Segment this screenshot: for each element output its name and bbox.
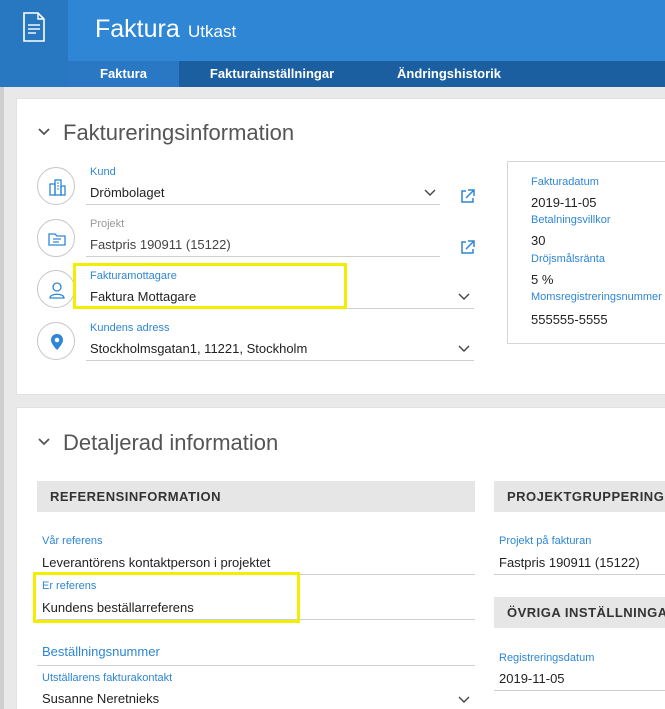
- order-number-field[interactable]: Beställningsnummer: [42, 644, 160, 659]
- registration-date-value[interactable]: 2019-11-05: [499, 671, 565, 686]
- tab-bar: Faktura Fakturainställningar Ändringshis…: [68, 61, 665, 87]
- customer-underline: [86, 204, 440, 205]
- open-customer-external-link-icon[interactable]: [460, 189, 475, 204]
- left-edge: [0, 87, 4, 709]
- address-label: Kundens adress: [90, 322, 170, 334]
- order-number-underline: [37, 665, 475, 666]
- page-title: Faktura: [95, 15, 180, 43]
- project-value: Fastpris 190911 (15122): [90, 237, 231, 252]
- folder-list-icon: [48, 233, 66, 246]
- collapse-chevron-icon[interactable]: [37, 437, 51, 447]
- project-icon-circle: [37, 219, 75, 257]
- our-reference-input[interactable]: Leverantörens kontaktperson i projektet: [42, 555, 270, 570]
- vat-number-value: 555555-5555: [531, 312, 608, 327]
- registration-date-underline: [494, 690, 665, 691]
- tab-faktura[interactable]: Faktura: [68, 61, 179, 87]
- invoice-date-label: Fakturadatum: [531, 176, 599, 188]
- customer-label: Kund: [90, 166, 116, 178]
- customer-select[interactable]: Drömbolaget: [90, 185, 164, 200]
- address-icon-circle: [37, 322, 75, 360]
- issuer-contact-select[interactable]: Susanne Neretnieks: [42, 691, 159, 706]
- project-on-invoice-label: Projekt på fakturan: [499, 535, 592, 547]
- vat-number-label: Momsregistreringsnummer: [531, 291, 662, 303]
- reference-section-header: REFERENSINFORMATION: [37, 481, 475, 512]
- tab-fakturainstallningar[interactable]: Fakturainställningar: [192, 61, 352, 87]
- issuer-contact-label: Utställarens fakturakontakt: [42, 672, 173, 684]
- chevron-down-icon[interactable]: [458, 696, 470, 704]
- our-reference-label: Vår referens: [42, 535, 103, 547]
- late-interest-label: Dröjsmålsränta: [531, 253, 605, 265]
- tab-andringshistorik[interactable]: Ändringshistorik: [375, 61, 523, 87]
- location-pin-icon: [51, 334, 63, 350]
- address-select[interactable]: Stockholmsgatan1, 11221, Stockholm: [90, 341, 307, 356]
- invoice-date-value: 2019-11-05: [531, 195, 597, 210]
- open-project-external-link-icon[interactable]: [460, 240, 475, 255]
- invoice-document-icon: [23, 12, 45, 42]
- section-heading-billing: Faktureringsinformation: [63, 120, 295, 145]
- chevron-down-icon[interactable]: [458, 345, 470, 353]
- status-label: Utkast: [188, 22, 237, 41]
- customer-icon-circle: [37, 167, 75, 205]
- buildings-icon: [49, 179, 66, 196]
- chevron-down-icon[interactable]: [424, 189, 436, 197]
- project-grouping-section-header: PROJEKTGRUPPERING: [494, 481, 665, 512]
- highlight-box-recipient: [73, 263, 347, 309]
- collapse-chevron-icon[interactable]: [37, 127, 51, 137]
- project-underline: [86, 256, 440, 257]
- payment-terms-value: 30: [531, 233, 546, 248]
- other-settings-section-header: ÖVRIGA INSTÄLLNINGAR: [494, 597, 665, 628]
- highlight-box-your-reference: [33, 572, 300, 623]
- app-tile[interactable]: [0, 0, 68, 87]
- registration-date-label: Registreringsdatum: [499, 652, 595, 664]
- invoice-summary-box: Fakturadatum 2019-11-05 Betalningsvillko…: [507, 161, 665, 344]
- recipient-icon-circle: [37, 270, 75, 308]
- payment-terms-label: Betalningsvillkor: [531, 214, 611, 226]
- person-icon: [49, 282, 65, 299]
- section-heading-details: Detaljerad information: [63, 430, 279, 455]
- project-on-invoice-value[interactable]: Fastpris 190911 (15122): [499, 555, 640, 570]
- project-on-invoice-underline: [494, 574, 665, 575]
- project-label: Projekt: [90, 218, 125, 230]
- chevron-down-icon[interactable]: [458, 293, 470, 301]
- late-interest-value: 5 %: [531, 272, 554, 287]
- address-underline: [86, 360, 474, 361]
